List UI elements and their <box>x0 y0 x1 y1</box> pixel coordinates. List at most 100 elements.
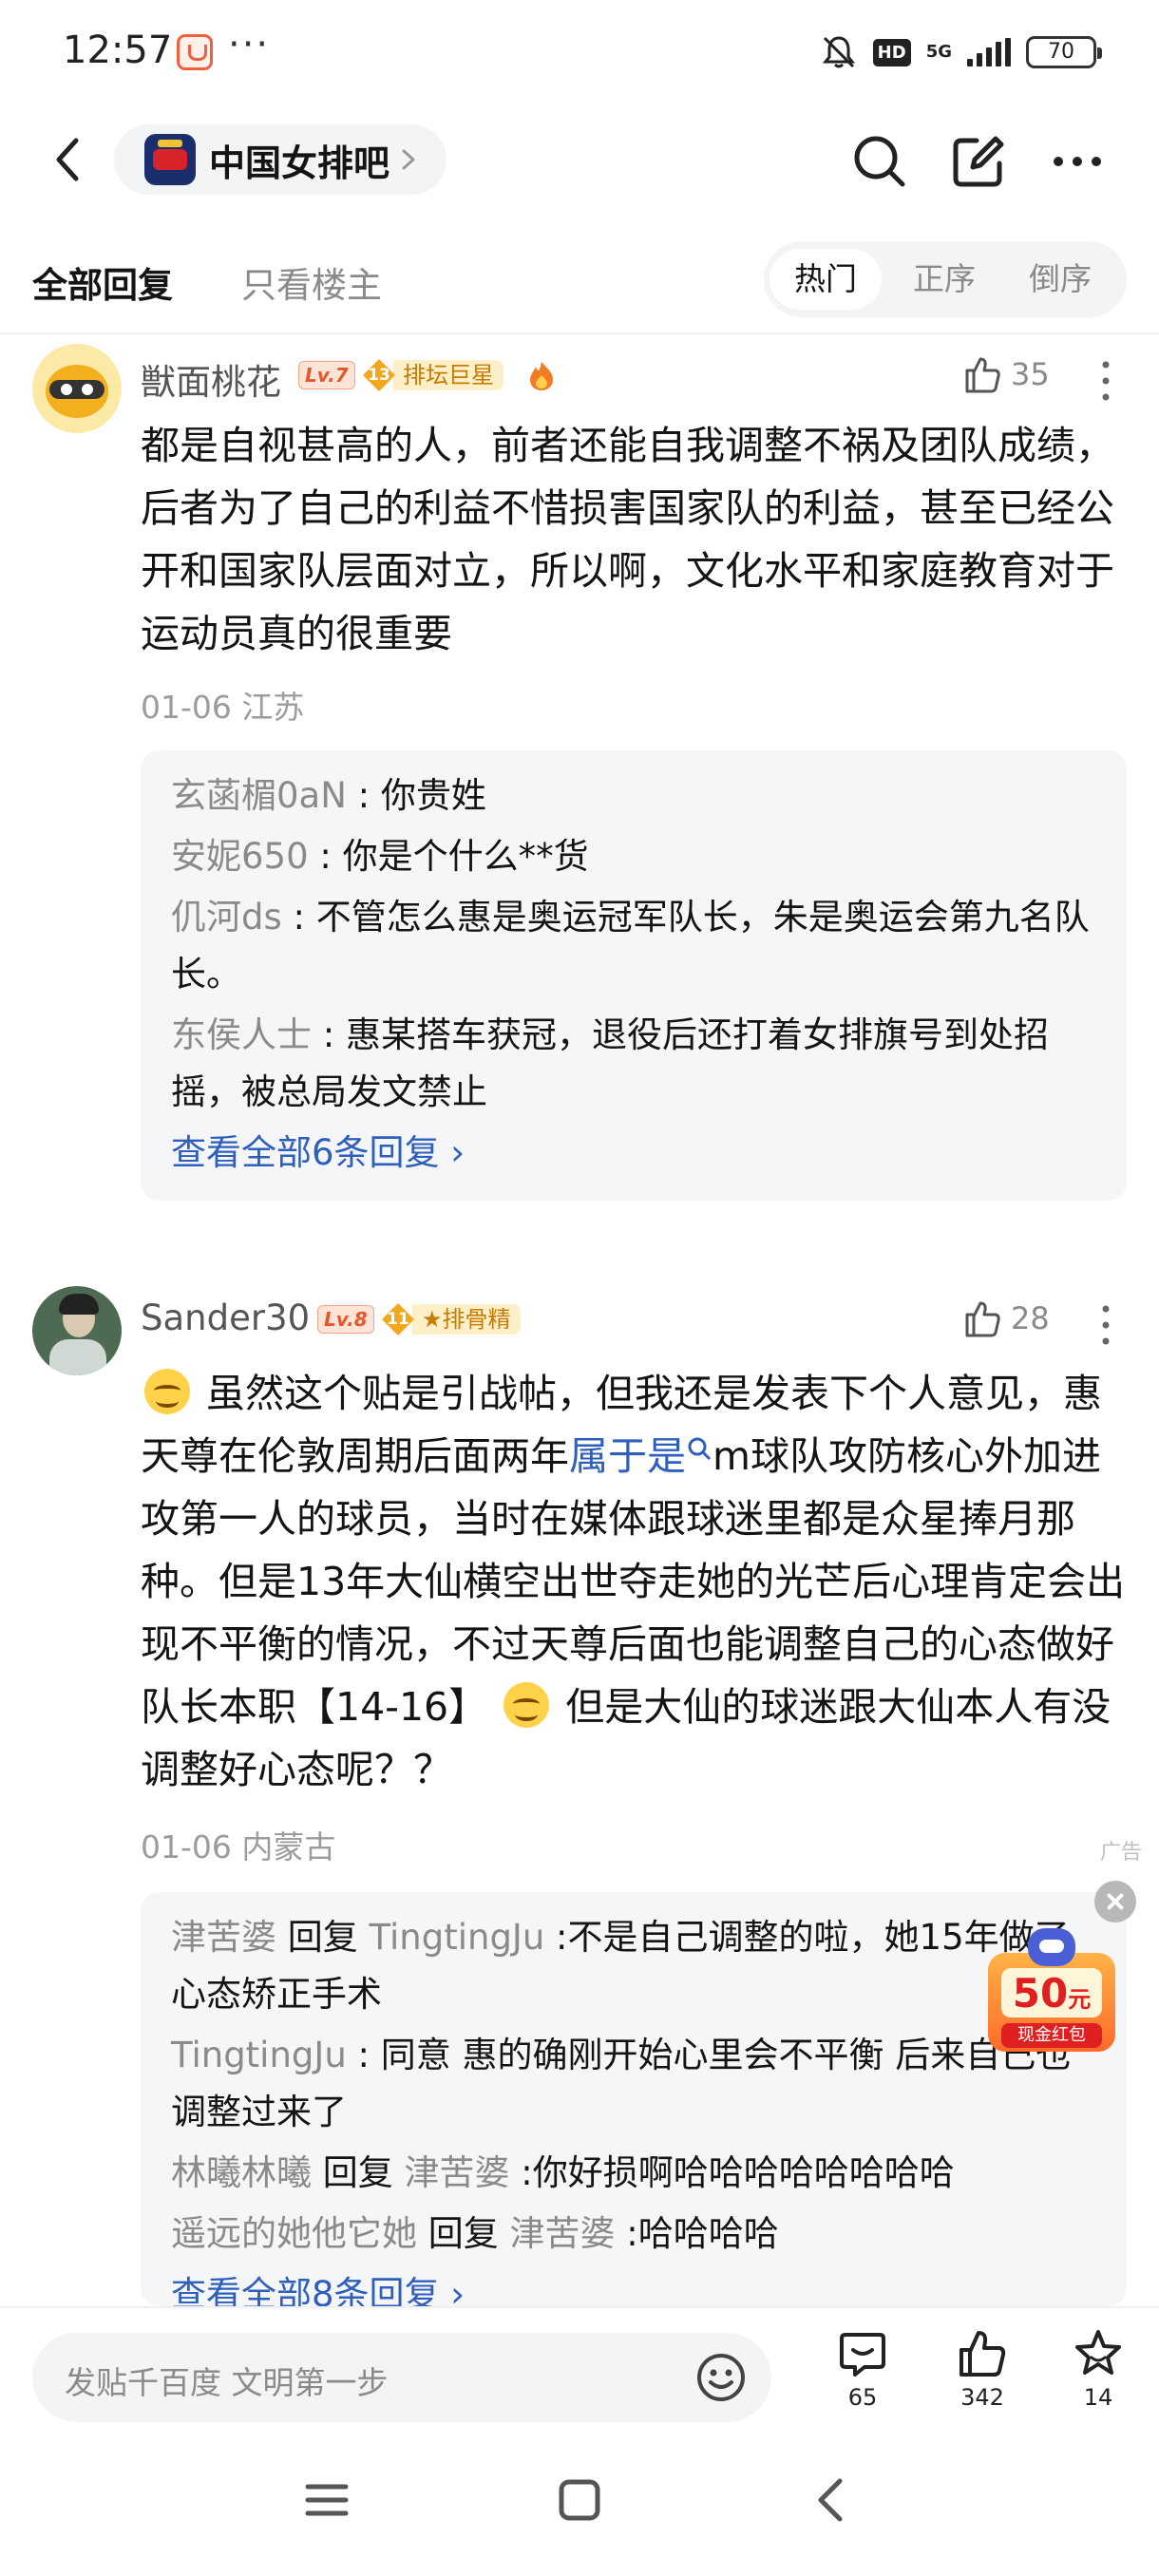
badge-title: 排坛巨星 <box>393 360 504 390</box>
more-vertical-icon[interactable] <box>1096 357 1115 405</box>
forum-name: 中国女排吧 <box>209 142 390 184</box>
post-content: 虽然这个贴是引战帖，但我还是发表下个人意见，惠天尊在伦敦周期后面两年属于是 m球队… <box>141 1369 1126 1792</box>
post-location: 江苏 <box>241 689 305 726</box>
home-square-icon[interactable] <box>553 2473 606 2527</box>
ad-label: 广告 <box>1099 1841 1142 1865</box>
more-horizontal-icon[interactable] <box>1047 131 1108 192</box>
search-icon[interactable] <box>849 131 910 192</box>
red-packet-ad[interactable]: 50元 现金红包 <box>988 1928 1115 2052</box>
post-meta: 01-06 内蒙古 <box>141 1822 335 1867</box>
fan-badge: 13 排坛巨星 <box>361 357 504 393</box>
username[interactable]: Sander30 <box>141 1297 310 1338</box>
post-date: 01-06 <box>141 689 232 726</box>
fire-icon <box>530 362 553 390</box>
like-button[interactable]: 28 <box>961 1297 1050 1339</box>
reply-target[interactable]: 津苦婆 <box>510 2213 616 2254</box>
forum-logo <box>144 134 196 185</box>
network-label: 5G <box>925 42 952 62</box>
star-icon <box>1075 2330 1121 2375</box>
back-icon[interactable] <box>40 131 97 188</box>
comment-button[interactable]: 65 <box>815 2327 910 2411</box>
comment-icon <box>840 2333 885 2377</box>
tabs-row: 全部回复 只看楼主 热门 正序 倒序 <box>0 237 1159 323</box>
view-all-replies[interactable]: 查看全部6条回复 › <box>171 1125 1096 1182</box>
username[interactable]: 獣面桃花 <box>141 353 281 405</box>
emoji-icon[interactable] <box>695 2352 747 2403</box>
favorite-button[interactable]: 14 <box>1051 2327 1146 2411</box>
ad-close-icon[interactable] <box>1094 1881 1136 1923</box>
reply-text: : 不管怎么惠是奥运冠军队长，朱是奥运会第九名队长。 <box>171 897 1090 994</box>
ad-caption: 现金红包 <box>1001 2023 1102 2048</box>
battery-icon: 70 <box>1026 36 1102 68</box>
chevron-right-icon <box>402 149 415 170</box>
level-badge: Lv.7 <box>298 361 355 389</box>
reply-item[interactable]: 玄菡楣0aN : 你贵姓 <box>171 767 1096 824</box>
avatar[interactable] <box>32 1286 122 1375</box>
comment-count: 65 <box>847 2384 878 2411</box>
hd-badge: HD <box>872 38 911 66</box>
reply-item[interactable]: 遥远的她他它她 回复 津苦婆 :哈哈哈哈 <box>171 2206 1096 2263</box>
diamond-icon: 11 <box>380 1301 416 1337</box>
reply-item[interactable]: 仉河ds : 不管怎么惠是奥运冠军队长，朱是奥运会第九名队长。 <box>171 889 1096 1003</box>
reply-author[interactable]: 安妮650 <box>171 836 309 877</box>
reply-author[interactable]: 仉河ds <box>171 897 282 938</box>
reply-author[interactable]: 东侯人士 <box>171 1014 312 1055</box>
compose-placeholder: 发贴千百度 文明第一步 <box>65 2364 389 2401</box>
reply-author[interactable]: 遥远的她他它她 <box>171 2213 417 2254</box>
reply-item[interactable]: TingtingJu : 同意 惠的确刚开始心里会不平衡 后来自己也调整过来了 <box>171 2027 1096 2141</box>
favorite-count: 14 <box>1083 2384 1113 2411</box>
view-all-replies[interactable]: 查看全部8条回复 › <box>171 2266 1096 2306</box>
robot-icon <box>1028 1928 1075 1966</box>
tab-all-replies[interactable]: 全部回复 <box>32 256 173 308</box>
reply-text: :哈哈哈哈 <box>615 2213 779 2254</box>
avatar[interactable] <box>32 344 122 433</box>
reply-box[interactable]: 津苦婆 回复 TingtingJu :不是自己调整的啦，她15年做了心态矫正手术… <box>141 1892 1127 2306</box>
sort-toggle: 热门 正序 倒序 <box>764 241 1127 317</box>
like-post-button[interactable]: 342 <box>935 2327 1030 2411</box>
post-date: 01-06 <box>141 1828 232 1866</box>
sort-reverse[interactable]: 倒序 <box>1003 249 1117 310</box>
status-indicators: HD 5G 70 <box>820 28 1102 76</box>
reply-text: : 你是个什么**货 <box>308 836 589 877</box>
reply-author[interactable]: 玄菡楣0aN <box>171 775 347 816</box>
like-count: 28 <box>1011 1300 1050 1336</box>
signal-icon <box>967 38 1011 66</box>
forum-pill[interactable]: 中国女排吧 <box>114 124 446 195</box>
bottom-action-bar: 发贴千百度 文明第一步 65 342 14 <box>0 2306 1159 2434</box>
reply-target[interactable]: 津苦婆 <box>405 2152 510 2193</box>
post-like-count: 342 <box>960 2384 1004 2411</box>
reply-item[interactable]: 东侯人士 : 惠某搭车获冠，退役后还打着女排旗号到处招摇，被总局发文禁止 <box>171 1007 1096 1121</box>
sort-hot[interactable]: 热门 <box>770 249 882 310</box>
search-icon <box>688 1437 712 1461</box>
post-meta: 01-06 江苏 <box>141 682 304 728</box>
compose-input[interactable]: 发贴千百度 文明第一步 <box>32 2333 771 2422</box>
nav-back-icon[interactable] <box>806 2473 859 2527</box>
reply-item[interactable]: 林曦林曦 回复 津苦婆 :你好损啊哈哈哈哈哈哈哈哈 <box>171 2145 1096 2202</box>
sort-sequential[interactable]: 正序 <box>887 249 1001 310</box>
reply-item[interactable]: 安妮650 : 你是个什么**货 <box>171 828 1096 885</box>
system-nav-bar <box>0 2434 1159 2576</box>
tab-owner-only[interactable]: 只看楼主 <box>241 256 382 308</box>
like-count: 35 <box>1011 356 1050 392</box>
diamond-icon: 13 <box>361 357 397 393</box>
like-button[interactable]: 35 <box>961 353 1050 395</box>
reply-author[interactable]: 津苦婆 <box>171 1917 276 1958</box>
search-keyword-link[interactable]: 属于是 <box>569 1433 686 1479</box>
reply-target[interactable]: TingtingJu <box>370 1917 545 1958</box>
reply-item[interactable]: 津苦婆 回复 TingtingJu :不是自己调整的啦，她15年做了心态矫正手术 <box>171 1909 1096 2023</box>
thumbs-up-icon <box>965 357 1000 393</box>
menu-icon[interactable] <box>300 2473 353 2527</box>
reply-author[interactable]: TingtingJu <box>171 2035 347 2075</box>
status-more-icon: ··· <box>228 23 271 66</box>
status-time: 12:57 <box>63 28 173 72</box>
smile-emoji-icon <box>504 1682 550 1728</box>
reply-author[interactable]: 林曦林曦 <box>171 2152 312 2193</box>
edit-icon[interactable] <box>948 131 1009 192</box>
thumbs-up-icon <box>960 2331 1006 2377</box>
level-badge: Lv.8 <box>317 1305 374 1334</box>
post-location: 内蒙古 <box>241 1828 336 1866</box>
badge-title: ★排骨精 <box>412 1304 521 1335</box>
reply-box[interactable]: 玄菡楣0aN : 你贵姓 安妮650 : 你是个什么**货 仉河ds : 不管怎… <box>141 750 1127 1201</box>
header: 中国女排吧 <box>0 112 1159 207</box>
more-vertical-icon[interactable] <box>1096 1301 1115 1349</box>
